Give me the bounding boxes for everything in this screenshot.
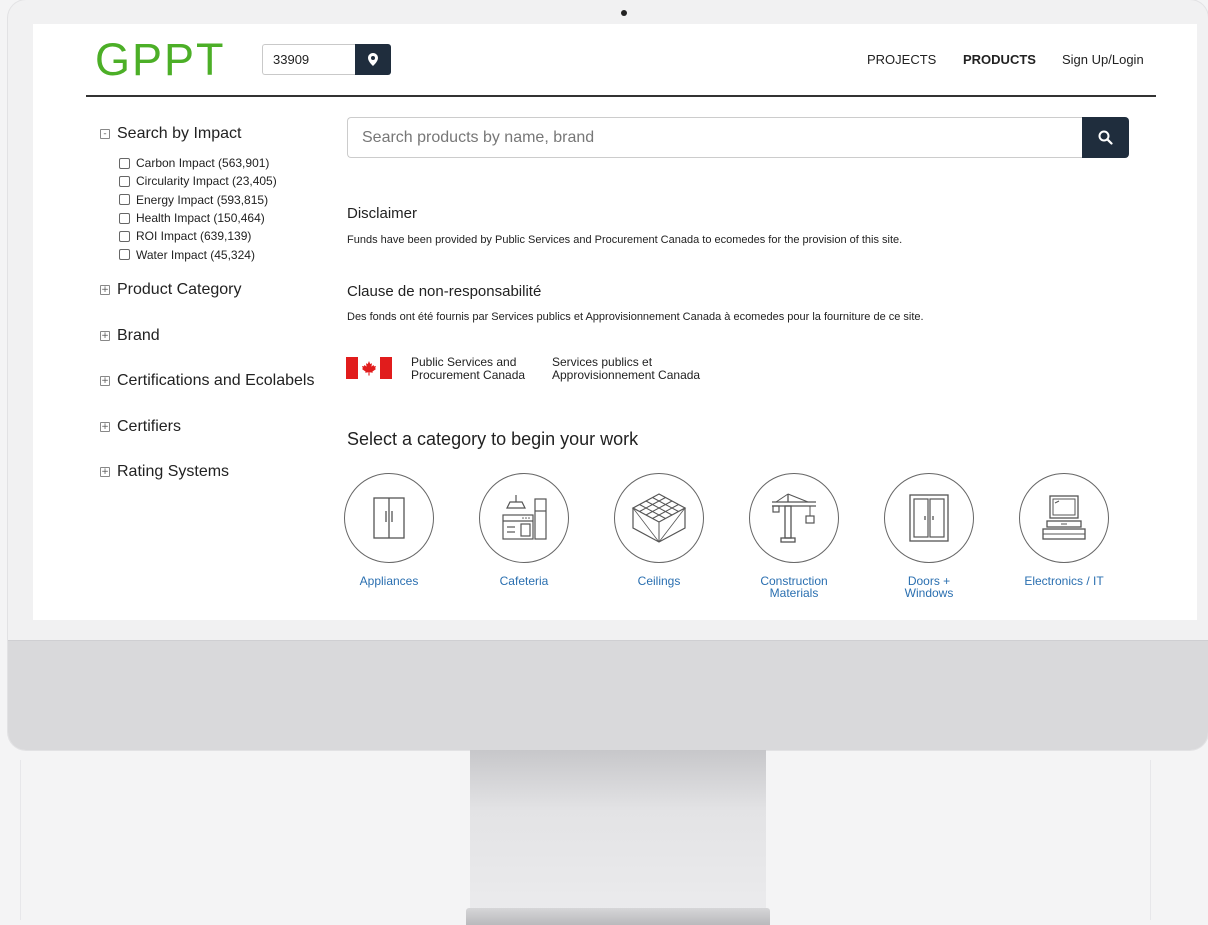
header-divider (86, 95, 1156, 97)
product-search-input[interactable]: Search products by name, brand (347, 117, 1083, 158)
impact-filter-list: Carbon Impact (563,901) Circularity Impa… (119, 154, 277, 264)
filter-rating-systems[interactable]: + Rating Systems (100, 463, 229, 481)
category-construction-materials[interactable]: Construction Materials (739, 473, 849, 599)
filter-brand[interactable]: + Brand (100, 327, 160, 345)
ceiling-grid-icon (631, 493, 687, 543)
impact-filter-carbon[interactable]: Carbon Impact (563,901) (119, 154, 277, 172)
category-doors-windows[interactable]: Doors + Windows (874, 473, 984, 599)
refrigerator-icon (373, 497, 405, 539)
category-ceilings-circle[interactable] (614, 473, 704, 563)
category-grid: Appliances Cafeteria Ceilings Constructi… (344, 473, 1156, 613)
gov-name-french: Services publics et Approvisionnement Can… (552, 355, 701, 382)
expand-icon[interactable]: + (100, 285, 110, 295)
computer-icon (1042, 495, 1086, 540)
checkbox[interactable] (119, 194, 130, 206)
checkbox[interactable] (119, 212, 130, 224)
search-icon (1098, 130, 1113, 145)
door-icon (909, 494, 949, 542)
filter-certifications-ecolabels[interactable]: + Certifications and Ecolabels (100, 372, 314, 390)
map-marker-icon (368, 53, 378, 66)
impact-filter-water[interactable]: Water Impact (45,324) (119, 245, 277, 263)
website-screen: GPPT 33909 PROJECTS PRODUCTS Sign Up/Log… (33, 24, 1197, 620)
impact-label: ROI Impact (639,139) (136, 229, 252, 244)
filter-certifiers[interactable]: + Certifiers (100, 418, 181, 436)
impact-label: Carbon Impact (563,901) (136, 156, 270, 171)
category-label[interactable]: Electronics / IT (1009, 575, 1119, 587)
nav-signup-login[interactable]: Sign Up/Login (1062, 52, 1144, 67)
search-button[interactable] (1082, 117, 1129, 158)
impact-label: Energy Impact (593,815) (136, 192, 269, 207)
expand-icon[interactable]: + (100, 422, 110, 432)
monitor-stand (470, 750, 766, 925)
impact-filter-roi[interactable]: ROI Impact (639,139) (119, 227, 277, 245)
filter-product-category[interactable]: + Product Category (100, 281, 242, 299)
site-logo[interactable]: GPPT (95, 34, 226, 86)
category-cafeteria-circle[interactable] (479, 473, 569, 563)
canada-flag-icon (346, 357, 392, 379)
category-electronics-circle[interactable] (1019, 473, 1109, 563)
monitor-chin (8, 640, 1208, 750)
checkbox[interactable] (119, 249, 130, 261)
category-label[interactable]: Ceilings (604, 575, 714, 587)
gov-name-english: Public Services and Procurement Canada (411, 355, 526, 382)
filter-search-by-impact[interactable]: - Search by Impact (100, 125, 242, 143)
expand-icon[interactable]: + (100, 331, 110, 341)
category-label[interactable]: Cafeteria (469, 575, 579, 587)
filter-label: Search by Impact (117, 125, 242, 142)
category-heading: Select a category to begin your work (347, 429, 639, 449)
kitchen-icon (502, 495, 547, 540)
expand-icon[interactable]: + (100, 467, 110, 477)
clause-text: Des fonds ont été fournis par Services p… (347, 311, 924, 323)
category-construction-circle[interactable] (749, 473, 839, 563)
category-ceilings[interactable]: Ceilings (604, 473, 714, 587)
checkbox[interactable] (119, 175, 130, 187)
disclaimer-text: Funds have been provided by Public Servi… (347, 234, 903, 246)
category-appliances-circle[interactable] (344, 473, 434, 563)
filter-label: Product Category (117, 281, 242, 298)
filter-label: Certifiers (117, 418, 182, 435)
location-button[interactable] (355, 44, 391, 75)
checkbox[interactable] (119, 230, 130, 242)
impact-label: Circularity Impact (23,405) (136, 174, 277, 189)
category-label[interactable]: Construction Materials (739, 575, 849, 599)
checkbox[interactable] (119, 157, 130, 169)
category-label[interactable]: Appliances (334, 575, 444, 587)
category-cafeteria[interactable]: Cafeteria (469, 473, 579, 587)
category-electronics-it[interactable]: Electronics / IT (1009, 473, 1119, 587)
expand-icon[interactable]: + (100, 376, 110, 386)
nav-projects[interactable]: PROJECTS (867, 52, 936, 67)
disclaimer-heading: Disclaimer (347, 205, 418, 222)
category-appliances[interactable]: Appliances (334, 473, 444, 587)
collapse-icon[interactable]: - (100, 129, 110, 139)
clause-heading: Clause de non-responsabilité (347, 283, 542, 300)
impact-label: Water Impact (45,324) (136, 247, 255, 262)
monitor-stand-base (466, 908, 770, 925)
filter-label: Rating Systems (117, 463, 230, 480)
impact-filter-health[interactable]: Health Impact (150,464) (119, 209, 277, 227)
impact-filter-energy[interactable]: Energy Impact (593,815) (119, 191, 277, 209)
impact-label: Health Impact (150,464) (136, 211, 265, 226)
nav-products[interactable]: PRODUCTS (963, 52, 1036, 67)
impact-filter-circularity[interactable]: Circularity Impact (23,405) (119, 172, 277, 190)
crane-icon (772, 493, 816, 543)
filter-label: Brand (117, 327, 160, 344)
filter-label: Certifications and Ecolabels (117, 372, 315, 389)
category-label[interactable]: Doors + Windows (874, 575, 984, 599)
category-doors-circle[interactable] (884, 473, 974, 563)
zip-code-input[interactable]: 33909 (262, 44, 356, 75)
camera-dot (621, 10, 627, 16)
